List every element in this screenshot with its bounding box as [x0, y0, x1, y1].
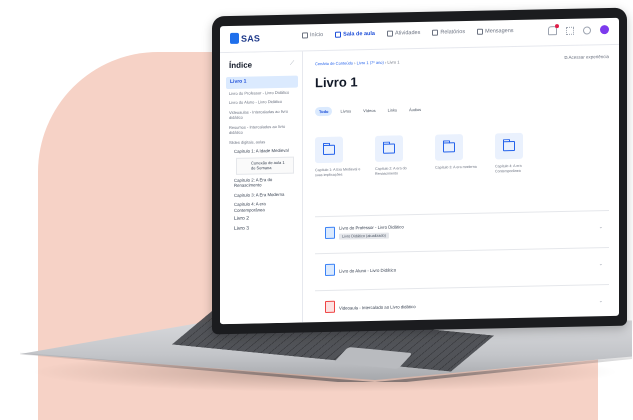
apps-grid-icon[interactable] [566, 26, 574, 35]
sidebar: Índice ⟋ Livro 1 Livro do Professor - Li… [220, 51, 303, 325]
list-item[interactable]: Livro do Aluno - Livro Didático ⌄ [315, 247, 609, 291]
filter-todo[interactable]: Todo [315, 106, 333, 117]
topbar-actions [548, 24, 609, 36]
folder-label: Capítulo 3: A era moderna [435, 164, 477, 170]
folder-tile [315, 136, 343, 164]
breadcrumb-current: Livro 1 [387, 59, 400, 65]
laptop-lid: SAS Início Sala de aula Atividades Relat… [212, 7, 627, 335]
breadcrumb: Cenário de Conteúdo › Livro 1 (7º ano) ›… [315, 59, 400, 67]
messages-icon [477, 28, 484, 35]
nav-label: Sala de aula [343, 30, 375, 38]
logo-text: SAS [241, 32, 261, 44]
avatar[interactable] [600, 25, 609, 35]
filter-audios[interactable]: Áudios [405, 105, 425, 114]
chevron-down-icon[interactable]: ⌄ [599, 298, 603, 304]
sidebar-item-capitulo-2[interactable]: Capítulo 2: A Era do Renascimento [226, 174, 298, 191]
nav-label: Atividades [394, 29, 421, 37]
sidebar-item-capitulo-4[interactable]: Capítulo 4: A era Contemporânea [226, 199, 298, 216]
book-icon [325, 263, 335, 276]
nav-item-mensagens[interactable]: Mensagens [477, 28, 514, 35]
reports-icon [432, 29, 439, 36]
folder-tile [495, 132, 523, 160]
folder-grid: Capítulo 1: A Era Medieval e suas implic… [315, 132, 545, 177]
filter-chips: Todo Livros Vídeos Links Áudios [315, 105, 425, 117]
sidebar-item-resumos[interactable]: Resumos - Intercalados ao livro didático [226, 121, 298, 138]
sidebar-item-livro-3[interactable]: Livro 3 [226, 223, 298, 234]
chevron-down-icon[interactable]: ⌄ [599, 261, 603, 267]
video-icon [325, 300, 335, 313]
folder-icon [443, 142, 455, 153]
classroom-icon [335, 31, 342, 38]
folder-label: Capítulo 2: A era do Renascimento [375, 166, 407, 176]
folder-icon [503, 140, 515, 152]
sidebar-list: Livro 1 Livro do Professor - Livro Didát… [226, 75, 298, 235]
filter-links[interactable]: Links [384, 105, 401, 114]
sidebar-item-videoaulas[interactable]: Videoaulas - Intercaladas ao livro didát… [226, 106, 298, 123]
folder-icon [323, 144, 335, 156]
folder-tile [435, 134, 463, 161]
nav-item-atividades[interactable]: Atividades [386, 29, 421, 37]
brand-logo[interactable]: SAS [230, 32, 260, 44]
folder-card[interactable]: Capítulo 3: A era moderna [435, 134, 485, 175]
access-experience-link[interactable]: ⧉ Acessar experiência [564, 54, 609, 60]
nav-item-sala-de-aula[interactable]: Sala de aula [335, 31, 375, 38]
access-link-label: Acessar experiência [568, 54, 609, 60]
home-icon [302, 32, 308, 39]
chevron-down-icon[interactable]: ⌄ [599, 224, 603, 230]
laptop-screen: SAS Início Sala de aula Atividades Relat… [220, 17, 619, 325]
nav-label: Início [310, 32, 324, 39]
activities-icon [386, 30, 393, 37]
folder-label: Capítulo 4: A era Contemporânea [495, 163, 522, 174]
folder-icon [383, 143, 395, 154]
sidebar-item-conexao[interactable]: Conexão de aula 1 de Semana [236, 156, 294, 175]
file-badge: Livro Didático (atualizado) [339, 232, 389, 240]
folder-card[interactable]: Capítulo 4: A era Contemporânea [495, 132, 545, 173]
book-icon [325, 226, 335, 239]
nav-item-relatorios[interactable]: Relatórios [432, 29, 465, 36]
list-item[interactable]: Livro do Professor - Livro Didático Livr… [315, 210, 609, 254]
logo-mark-icon [230, 32, 239, 44]
breadcrumb-link[interactable]: Cenário de Conteúdo [315, 60, 353, 66]
folder-card[interactable]: Capítulo 2: A era do Renascimento [375, 135, 425, 176]
file-name: Livro do Aluno - Livro Didático [339, 267, 397, 274]
bell-icon[interactable] [548, 24, 559, 36]
sidebar-item-capitulo-1[interactable]: Capítulo 1: A Idade Medieval [226, 146, 298, 157]
folder-tile [375, 135, 403, 162]
notification-dot [555, 24, 559, 29]
filter-videos[interactable]: Vídeos [359, 106, 379, 115]
sidebar-title: Índice [229, 60, 253, 70]
main-nav: Início Sala de aula Atividades Relatório… [302, 28, 514, 39]
gear-icon[interactable] [583, 25, 591, 35]
nav-item-inicio[interactable]: Início [302, 32, 324, 39]
list-item[interactable]: Videoaula - Intercalado ao Livro didátic… [315, 284, 609, 325]
file-name: Livro do Professor - Livro Didático [339, 224, 404, 231]
main-content: Cenário de Conteúdo › Livro 1 (7º ano) ›… [303, 45, 619, 325]
folder-label: Capítulo 1: A Era Medieval e suas implic… [315, 167, 361, 177]
folder-card[interactable]: Capítulo 1: A Era Medieval e suas implic… [315, 136, 365, 177]
breadcrumb-link[interactable]: Livro 1 (7º ano) [357, 60, 384, 66]
file-list: Livro do Professor - Livro Didático Livr… [315, 210, 609, 325]
nav-label: Mensagens [485, 28, 514, 35]
page-title: Livro 1 [315, 74, 358, 91]
collapse-sidebar-icon[interactable]: ⟋ [290, 61, 294, 68]
nav-label: Relatórios [440, 29, 466, 36]
file-name: Videoaula - Intercalado ao Livro didátic… [339, 304, 416, 311]
filter-livros[interactable]: Livros [336, 106, 355, 115]
